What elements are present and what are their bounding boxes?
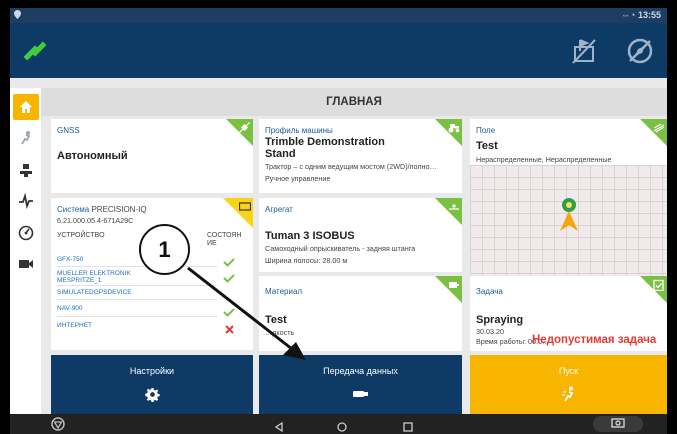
row-divider	[57, 266, 217, 267]
row-divider	[57, 316, 217, 317]
task-date: 30.03.20	[476, 327, 504, 336]
clipboard-check-icon	[652, 278, 665, 291]
card-caption: Профиль машины	[265, 126, 333, 135]
pulse-icon[interactable]	[13, 188, 39, 214]
page-title: ГЛАВНАЯ	[41, 88, 667, 116]
tank-icon	[447, 278, 460, 291]
compass-crossed-icon[interactable]	[626, 37, 654, 65]
device-row[interactable]: MUELLER ELEKTRONIK MESPRITZE_1	[57, 270, 157, 284]
row-divider	[57, 285, 217, 286]
device-row[interactable]: NAV-900	[57, 305, 83, 312]
implement-name: Tuman 3 ISOBUS	[265, 230, 355, 242]
material-detail: …дкость	[265, 328, 295, 337]
machine-name-line1: Trimble Demonstration	[265, 136, 385, 148]
spray-run-icon	[470, 386, 667, 402]
field-flag-crossed-icon[interactable]	[570, 37, 598, 65]
satellite-icon[interactable]	[22, 38, 48, 64]
system-card[interactable]: Система PRECISION-IQ 6.21.000.05.4-671A2…	[51, 198, 253, 350]
device-row[interactable]: GFX-750	[57, 256, 83, 263]
machine-profile-card[interactable]: Профиль машины Trimble Demonstration Sta…	[259, 119, 462, 193]
screenshot-button[interactable]	[593, 416, 643, 432]
settings-button[interactable]: Настройки	[51, 355, 253, 414]
signal-icon: ⇔◔	[621, 10, 638, 20]
check-icon	[222, 270, 236, 283]
system-name: PRECISION-IQ	[91, 205, 147, 214]
machine-name-line2: Stand	[265, 148, 296, 160]
settings-label: Настройки	[129, 366, 175, 376]
back-icon[interactable]	[274, 419, 284, 434]
check-icon	[222, 254, 236, 267]
system-version: 6.21.000.05.4-671A29C	[57, 216, 134, 225]
system-navigation-bar	[10, 414, 667, 434]
field-icon	[652, 121, 665, 134]
device-row[interactable]: SIMULATEDGPSDEVICE	[57, 289, 132, 296]
field-description: Нераспределенные, Нераспределенные	[476, 155, 612, 164]
error-x-icon	[222, 321, 236, 334]
implement-description: Самоходный опрыскиватель - задняя штанга	[265, 244, 416, 253]
start-button[interactable]: Пуск	[470, 355, 667, 414]
device-column-header: УСТРОЙСТВО	[57, 232, 105, 239]
check-icon	[222, 304, 236, 317]
field-name: Test	[476, 140, 498, 152]
card-caption: Агрегат	[265, 205, 293, 214]
callout-number: 1	[139, 224, 190, 275]
vehicle-position-icon	[558, 197, 580, 238]
home-icon[interactable]	[13, 94, 39, 120]
data-transfer-label: Передача данных	[323, 366, 398, 376]
location-pin-icon	[14, 10, 21, 21]
device-row[interactable]: ИНТЕРНЕТ	[57, 322, 92, 329]
camera-icon[interactable]	[13, 251, 39, 277]
display-icon	[238, 200, 251, 213]
device-frame: ⇔◔ 13:55 ГЛАВНАЯ GNSS Автономный Профиль…	[0, 0, 677, 434]
card-caption: Система	[57, 205, 90, 214]
trimble-logo-icon[interactable]	[51, 417, 65, 434]
satellite-status-icon	[238, 121, 251, 134]
card-caption: Материал	[265, 287, 303, 296]
steering-mode: Ручное управление	[265, 174, 331, 183]
start-label: Пуск	[558, 366, 579, 376]
data-transfer-button[interactable]: Передача данных	[259, 355, 462, 414]
swath-width: Ширина полосы: 28.00 м	[265, 256, 348, 265]
gnss-mode: Автономный	[57, 150, 128, 162]
material-card[interactable]: Материал Test …дкость	[259, 276, 462, 351]
gps-receiver-icon[interactable]	[13, 157, 39, 183]
material-name: Test	[265, 314, 287, 326]
task-name: Spraying	[476, 314, 524, 326]
gear-icon	[51, 386, 253, 402]
app-bar	[10, 23, 667, 78]
spray-icon[interactable]	[13, 125, 39, 151]
screenshot-camera-icon	[611, 415, 625, 433]
status-column-header-line1: СОСТОЯН	[207, 232, 242, 239]
card-caption: GNSS	[57, 126, 80, 135]
machine-description: Трактор – с одним ведущим мостом (2WD)/п…	[265, 162, 437, 171]
row-divider	[57, 299, 217, 300]
tablet-screen: ⇔◔ 13:55 ГЛАВНАЯ GNSS Автономный Профиль…	[10, 8, 667, 434]
device-name: MUELLER ELEKTRONIK MESPRITZE_1	[57, 270, 131, 284]
gauge-icon[interactable]	[13, 220, 39, 246]
usb-drive-icon	[259, 386, 462, 402]
status-bar: ⇔◔ 13:55	[10, 8, 667, 23]
clock: 13:55	[637, 10, 661, 20]
card-caption: Задача	[476, 287, 503, 296]
implement-card[interactable]: Агрегат Tuman 3 ISOBUS Самоходный опрыск…	[259, 198, 462, 272]
tractor-icon	[447, 121, 460, 134]
status-column-header-line2: ИЕ	[207, 240, 217, 247]
navigation-rail	[10, 88, 41, 414]
invalid-task-message: Недопустимая задача	[532, 334, 657, 346]
sprayer-icon	[447, 200, 460, 213]
card-caption: Поле	[476, 126, 496, 135]
home-circle-icon[interactable]	[337, 419, 347, 434]
gnss-card[interactable]: GNSS Автономный	[51, 119, 253, 193]
recents-icon[interactable]	[403, 419, 413, 434]
